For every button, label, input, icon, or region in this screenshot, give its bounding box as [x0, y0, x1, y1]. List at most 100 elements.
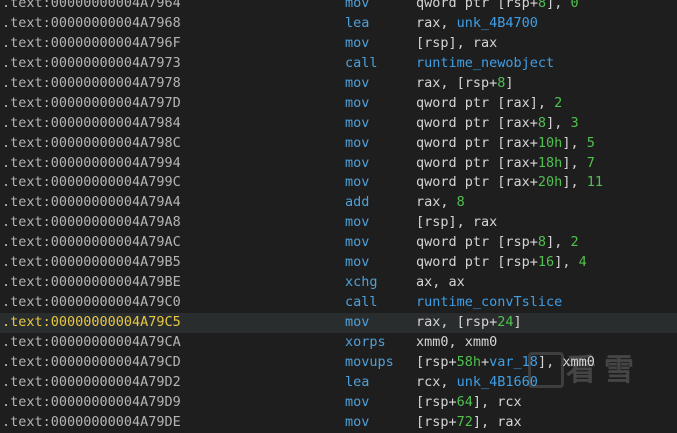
operands[interactable]: qword ptr [rax+20h], 11 — [416, 173, 603, 193]
operands[interactable]: [rsp+64], rcx — [416, 393, 522, 413]
mnemonic[interactable]: mov — [345, 0, 369, 14]
mnemonic[interactable]: mov — [345, 34, 369, 54]
mnemonic[interactable]: mov — [345, 313, 369, 333]
operands[interactable]: rcx, unk_4B1660 — [416, 373, 538, 393]
mnemonic[interactable]: mov — [345, 134, 369, 154]
mnemonic[interactable]: mov — [345, 114, 369, 134]
address[interactable]: .text:00000000004A7968 — [2, 14, 181, 34]
address[interactable]: .text:00000000004A79A4 — [2, 193, 181, 213]
operands[interactable]: qword ptr [rax], 2 — [416, 94, 562, 114]
address[interactable]: .text:00000000004A79B5 — [2, 253, 181, 273]
symbol-reference[interactable]: runtime_newobject — [416, 55, 554, 71]
operands[interactable]: qword ptr [rax+18h], 7 — [416, 154, 595, 174]
address[interactable]: .text:00000000004A79AC — [2, 233, 181, 253]
operands[interactable]: rax, [rsp+8] — [416, 74, 514, 94]
address[interactable]: .text:00000000004A79A8 — [2, 213, 181, 233]
mnemonic[interactable]: mov — [345, 253, 369, 273]
operands[interactable]: qword ptr [rax+10h], 5 — [416, 134, 595, 154]
address[interactable]: .text:00000000004A79CD — [2, 353, 181, 373]
instruction-line[interactable]: .text:00000000004A7978 mov rax, [rsp+8] — [0, 74, 677, 94]
address[interactable]: .text:00000000004A7994 — [2, 154, 181, 174]
instruction-line[interactable]: .text:00000000004A79BE xchg ax, ax — [0, 273, 677, 293]
operands[interactable]: ax, ax — [416, 273, 465, 293]
instruction-line[interactable]: .text:00000000004A796F mov [rsp], rax — [0, 34, 677, 54]
mnemonic[interactable]: movups — [345, 353, 394, 373]
address[interactable]: .text:00000000004A797D — [2, 94, 181, 114]
mnemonic[interactable]: mov — [345, 413, 369, 433]
address[interactable]: .text:00000000004A79BE — [2, 273, 181, 293]
operands[interactable]: runtime_convTslice — [416, 293, 562, 313]
instruction-line[interactable]: .text:00000000004A79A8 mov [rsp], rax — [0, 213, 677, 233]
operands[interactable]: rax, unk_4B4700 — [416, 14, 538, 34]
address[interactable]: .text:00000000004A79C0 — [2, 293, 181, 313]
symbol-reference[interactable]: unk_4B4700 — [457, 15, 538, 31]
address[interactable]: .text:00000000004A79D9 — [2, 393, 181, 413]
operands[interactable]: runtime_newobject — [416, 54, 554, 74]
mnemonic[interactable]: mov — [345, 233, 369, 253]
instruction-line[interactable]: .text:00000000004A79DE mov [rsp+72], rax — [0, 413, 677, 433]
instruction-line[interactable]: .text:00000000004A79B5 mov qword ptr [rsp+… — [0, 253, 677, 273]
mnemonic[interactable]: mov — [345, 173, 369, 193]
operands[interactable]: [rsp+58h+var_18], xmm0 — [416, 353, 595, 373]
operand-token: rax, [rsp+ — [416, 74, 498, 91]
instruction-line[interactable]: .text:00000000004A798C mov qword ptr [rax+… — [0, 134, 677, 154]
instruction-line[interactable]: .text:00000000004A797D mov qword ptr [rax]… — [0, 94, 677, 114]
mnemonic[interactable]: xorps — [345, 333, 386, 353]
instruction-line[interactable]: .text:00000000004A7994 mov qword ptr [rax+… — [0, 154, 677, 174]
address[interactable]: .text:00000000004A799C — [2, 173, 181, 193]
mnemonic[interactable]: mov — [345, 154, 369, 174]
address[interactable]: .text:00000000004A7964 — [2, 0, 181, 14]
operand-token: 20h — [537, 174, 563, 191]
operands[interactable]: qword ptr [rsp+8], 2 — [416, 233, 579, 253]
instruction-line[interactable]: .text:00000000004A79C0 call runtime_convTs… — [0, 293, 677, 313]
instruction-line[interactable]: .text:00000000004A7973 call runtime_newobj… — [0, 54, 677, 74]
instruction-line[interactable]: .text:00000000004A79D9 mov [rsp+64], rcx — [0, 393, 677, 413]
instruction-line[interactable]: .text:00000000004A79D2 lea rcx, unk_4B1660 — [0, 373, 677, 393]
address[interactable]: .text:00000000004A796F — [2, 34, 181, 54]
address[interactable]: .text:00000000004A7978 — [2, 74, 181, 94]
mnemonic[interactable]: xchg — [345, 273, 378, 293]
operands[interactable]: rax, [rsp+24] — [416, 313, 522, 333]
instruction-line[interactable]: .text:00000000004A79CA xorps xmm0, xmm0 — [0, 333, 677, 353]
mnemonic[interactable]: mov — [345, 94, 369, 114]
current-instruction-line[interactable]: .text:00000000004A79C5 mov rax, [rsp+24] — [0, 313, 677, 333]
address[interactable]: .text:00000000004A79DE — [2, 413, 181, 433]
address[interactable]: .text:00000000004A7984 — [2, 114, 181, 134]
address[interactable]: .text:00000000004A7973 — [2, 54, 181, 74]
instruction-line[interactable]: .text:00000000004A799C mov qword ptr [rax+… — [0, 173, 677, 193]
mnemonic[interactable]: mov — [345, 213, 369, 233]
operands[interactable]: [rsp], rax — [416, 34, 497, 54]
mnemonic[interactable]: lea — [345, 14, 369, 34]
mnemonic[interactable]: mov — [345, 393, 369, 413]
instruction-line[interactable]: .text:00000000004A7968 lea rax, unk_4B4700 — [0, 14, 677, 34]
disassembly-listing[interactable]: .text:00000000004A7964 mov qword ptr [rsp+… — [0, 0, 677, 433]
address[interactable]: .text:00000000004A79D2 — [2, 373, 181, 393]
operands[interactable]: rax, 8 — [416, 193, 465, 213]
operand-token: 58h — [456, 353, 482, 370]
address[interactable]: .text:00000000004A798C — [2, 134, 181, 154]
address[interactable]: .text:00000000004A79C5 — [2, 313, 181, 333]
operand-token: rax, [rsp+ — [416, 314, 498, 330]
operands[interactable]: qword ptr [rsp+16], 4 — [416, 253, 587, 273]
symbol-reference[interactable]: runtime_convTslice — [416, 294, 562, 310]
instruction-line[interactable]: .text:00000000004A79A4 add rax, 8 — [0, 193, 677, 213]
operand-token: 64 — [456, 393, 473, 410]
mnemonic[interactable]: add — [345, 193, 369, 213]
mnemonic[interactable]: call — [345, 54, 378, 74]
operand-token: qword ptr [rax+ — [416, 174, 538, 191]
instruction-line[interactable]: .text:00000000004A79AC mov qword ptr [rsp+… — [0, 233, 677, 253]
mnemonic[interactable]: mov — [345, 74, 369, 94]
mnemonic[interactable]: call — [345, 293, 378, 313]
instruction-line[interactable]: .text:00000000004A7964 mov qword ptr [rsp+… — [0, 0, 677, 14]
operands[interactable]: qword ptr [rax+8], 3 — [416, 114, 579, 134]
operand-token: 8 — [537, 114, 547, 131]
operands[interactable]: xmm0, xmm0 — [416, 333, 497, 353]
operands[interactable]: [rsp+72], rax — [416, 413, 522, 433]
operands[interactable]: [rsp], rax — [416, 213, 497, 233]
operands[interactable]: qword ptr [rsp+8], 0 — [416, 0, 579, 14]
symbol-reference[interactable]: unk_4B1660 — [457, 374, 538, 390]
address[interactable]: .text:00000000004A79CA — [2, 333, 181, 353]
instruction-line[interactable]: .text:00000000004A7984 mov qword ptr [rax+… — [0, 114, 677, 134]
instruction-line[interactable]: .text:00000000004A79CD movups [rsp+58h+var… — [0, 353, 677, 373]
mnemonic[interactable]: lea — [345, 373, 369, 393]
